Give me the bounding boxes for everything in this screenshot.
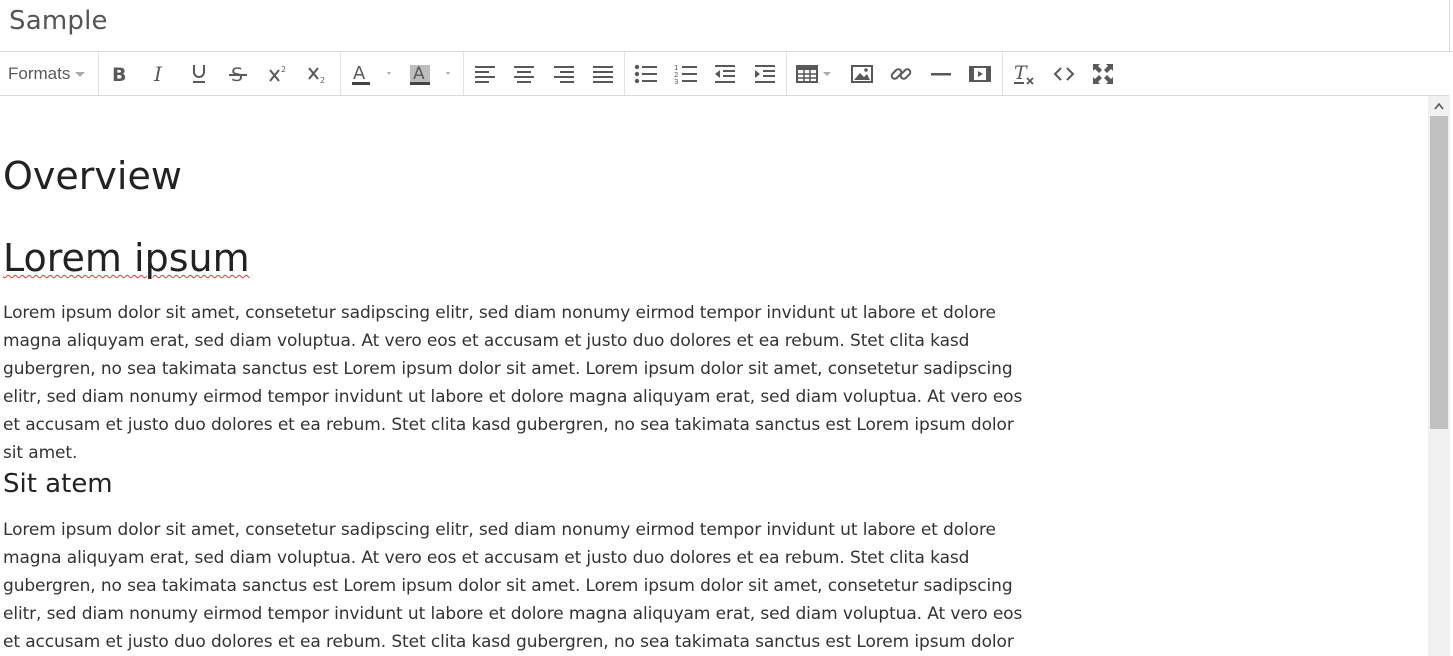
italic-button[interactable]: I	[148, 60, 170, 88]
document-title[interactable]: Sample	[9, 6, 108, 36]
align-right-button[interactable]	[552, 60, 576, 88]
align-justify-icon	[593, 66, 613, 83]
align-left-button[interactable]	[473, 60, 497, 88]
insert-link-button[interactable]	[889, 60, 913, 88]
misspelled-word[interactable]: Lorem ipsum	[3, 236, 250, 280]
svg-text:3: 3	[674, 78, 678, 85]
svg-text:2: 2	[320, 76, 325, 85]
horizontal-rule-icon	[931, 73, 951, 76]
background-color-button[interactable]: A	[407, 60, 457, 88]
editor-content-area[interactable]: Overview Lorem ipsum Lorem ipsum dolor s…	[0, 96, 1428, 656]
media-icon	[969, 66, 991, 82]
numbered-list-icon: 123	[674, 64, 697, 85]
outdent-icon	[715, 65, 735, 83]
strikethrough-icon: S	[229, 64, 247, 85]
indent-button[interactable]	[753, 60, 777, 88]
image-icon	[851, 65, 873, 83]
fullscreen-button[interactable]	[1091, 60, 1115, 88]
superscript-icon: 2	[269, 65, 286, 82]
chevron-up-icon	[1434, 102, 1444, 110]
source-code-button[interactable]	[1052, 60, 1076, 88]
align-left-icon	[475, 66, 495, 83]
toolbar-separator	[786, 52, 787, 95]
underline-icon	[193, 65, 205, 83]
vertical-scrollbar[interactable]	[1428, 96, 1450, 656]
paragraph[interactable]: Lorem ipsum dolor sit amet, consetetur s…	[3, 516, 1033, 656]
document-title-bar: Sample	[0, 0, 1453, 52]
svg-text:T: T	[1014, 62, 1028, 84]
heading-lorem-ipsum[interactable]: Lorem ipsum	[3, 236, 250, 280]
scroll-up-button[interactable]	[1428, 96, 1450, 116]
underline-button[interactable]	[188, 60, 210, 88]
numbered-list-button[interactable]: 123	[674, 60, 698, 88]
toolbar-separator	[624, 52, 625, 95]
outdent-button[interactable]	[713, 60, 737, 88]
formats-label: Formats	[8, 64, 71, 83]
formats-dropdown[interactable]: Formats	[8, 64, 86, 84]
align-justify-button[interactable]	[591, 60, 615, 88]
clear-formatting-icon: T	[1014, 62, 1034, 85]
svg-text:A: A	[353, 63, 366, 84]
table-icon	[796, 65, 831, 83]
subscript-icon: 2	[308, 67, 325, 85]
divider	[1449, 0, 1450, 52]
svg-text:2: 2	[281, 65, 286, 74]
fullscreen-icon	[1093, 64, 1113, 84]
strikethrough-button[interactable]: S	[227, 60, 249, 88]
paragraph[interactable]: Lorem ipsum dolor sit amet, consetetur s…	[3, 299, 1033, 467]
bullet-list-icon	[634, 64, 657, 84]
text-color-button[interactable]: A	[348, 60, 396, 88]
align-center-icon	[514, 66, 534, 83]
clear-formatting-button[interactable]: T	[1012, 60, 1036, 88]
toolbar-separator	[98, 52, 99, 95]
bold-button[interactable]: B	[108, 60, 130, 88]
subscript-button[interactable]: 2	[305, 60, 329, 88]
svg-text:B: B	[112, 64, 126, 84]
align-right-icon	[554, 66, 574, 83]
italic-icon: I	[153, 64, 163, 84]
svg-text:A: A	[413, 64, 425, 84]
scrollbar-thumb[interactable]	[1430, 116, 1448, 429]
background-color-icon: A	[410, 64, 450, 85]
text-color-icon: A	[352, 63, 391, 85]
heading-sit-atem[interactable]: Sit atem	[3, 468, 113, 500]
bold-icon: B	[112, 64, 126, 84]
indent-icon	[755, 65, 775, 83]
toolbar-separator	[340, 52, 341, 95]
toolbar-separator	[1002, 52, 1003, 95]
heading-overview[interactable]: Overview	[3, 154, 182, 198]
link-icon	[890, 68, 912, 80]
toolbar-separator	[463, 52, 464, 95]
source-code-icon	[1053, 67, 1075, 81]
insert-media-button[interactable]	[968, 60, 992, 88]
insert-image-button[interactable]	[850, 60, 874, 88]
horizontal-rule-button[interactable]	[929, 60, 953, 88]
superscript-button[interactable]: 2	[266, 60, 290, 88]
chevron-down-icon	[75, 71, 86, 77]
editor-toolbar: Formats B I S 2 2 A A 1 2 3 T	[0, 52, 1449, 96]
align-center-button[interactable]	[512, 60, 536, 88]
bullet-list-button[interactable]	[634, 60, 658, 88]
table-button[interactable]	[796, 60, 836, 88]
svg-text:I: I	[153, 64, 163, 84]
